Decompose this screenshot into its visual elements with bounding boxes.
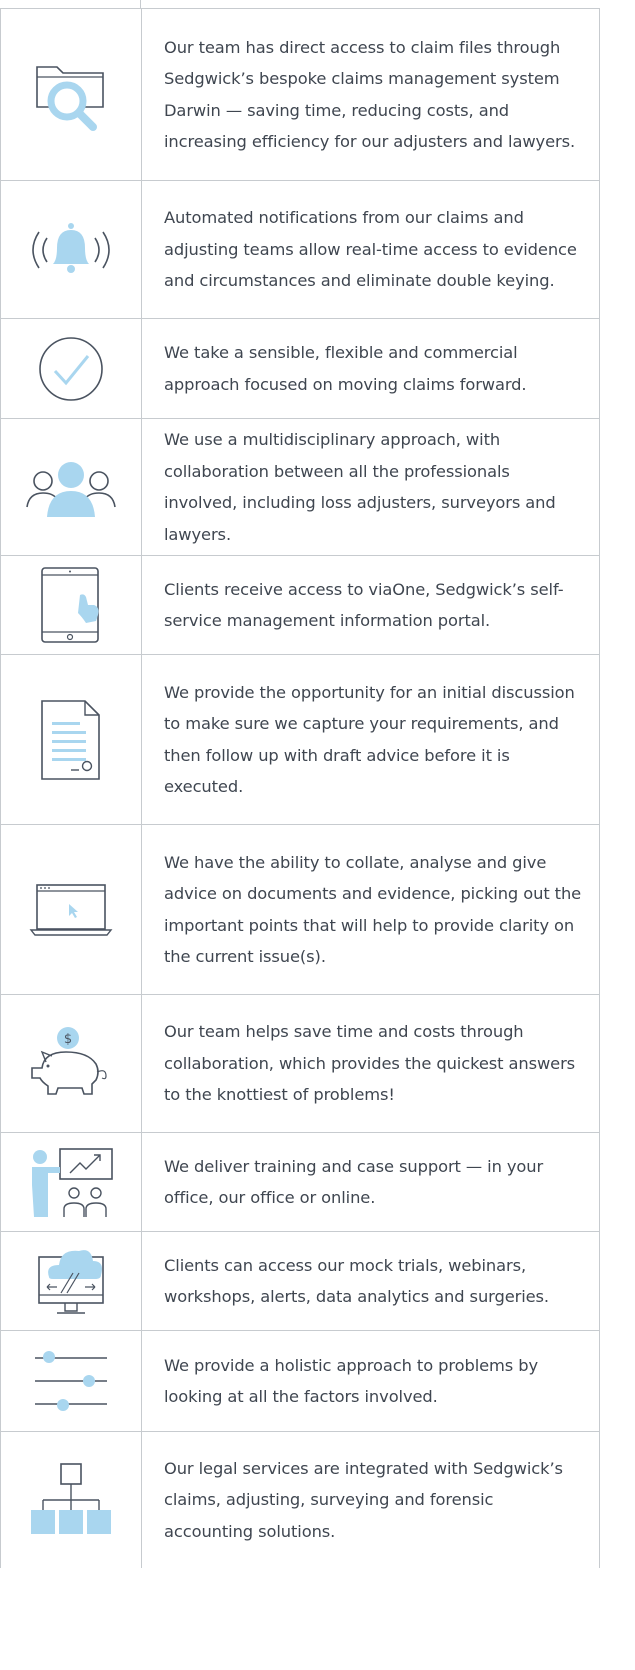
row-text: Our legal services are integrated with S… xyxy=(164,1458,563,1541)
icon-cell xyxy=(1,1133,142,1231)
table-row: $ Our team helps save time and costs thr… xyxy=(1,995,599,1133)
people-group-icon xyxy=(23,457,119,517)
table-row: We have the ability to collate, analyse … xyxy=(1,825,599,995)
row-text: We provide the opportunity for an initia… xyxy=(164,682,575,797)
table-row: Our team has direct access to claim file… xyxy=(1,9,599,181)
svg-text:$: $ xyxy=(64,1032,72,1047)
row-text: Clients receive access to viaOne, Sedgwi… xyxy=(164,579,564,631)
table-row: Automated notifications from our claims … xyxy=(1,181,599,319)
presentation-training-icon xyxy=(26,1145,116,1219)
piggy-bank-icon: $ xyxy=(26,1024,116,1104)
table-row: We provide the opportunity for an initia… xyxy=(1,655,599,825)
table-row: Clients receive access to viaOne, Sedgwi… xyxy=(1,556,599,655)
document-icon xyxy=(39,698,103,782)
icon-cell xyxy=(1,419,142,555)
icon-cell xyxy=(1,181,142,318)
row-text: Clients can access our mock trials, webi… xyxy=(164,1255,550,1307)
table-row: We provide a holistic approach to proble… xyxy=(1,1331,599,1432)
table-lead-divider xyxy=(0,0,141,8)
services-table: Our team has direct access to claim file… xyxy=(0,8,600,1568)
icon-cell xyxy=(1,319,142,418)
row-text: We use a multidisciplinary approach, wit… xyxy=(164,430,556,544)
row-text: We have the ability to collate, analyse … xyxy=(164,852,582,967)
table-row: Clients can access our mock trials, webi… xyxy=(1,1232,599,1331)
org-chart-icon xyxy=(29,1460,113,1540)
checkmark-circle-icon xyxy=(36,334,106,404)
row-text: We take a sensible, flexible and commerc… xyxy=(164,343,527,394)
row-text: Our team helps save time and costs throu… xyxy=(164,1022,576,1105)
icon-cell xyxy=(1,1232,142,1330)
icon-cell xyxy=(1,1331,142,1431)
table-row: We use a multidisciplinary approach, wit… xyxy=(1,419,599,556)
folder-search-icon xyxy=(29,55,113,135)
sliders-icon xyxy=(31,1348,111,1414)
row-text: Automated notifications from our claims … xyxy=(164,208,577,291)
icon-cell xyxy=(1,9,142,180)
icon-cell xyxy=(1,655,142,824)
icon-cell xyxy=(1,825,142,994)
laptop-cursor-icon xyxy=(29,882,113,938)
tablet-touch-icon xyxy=(36,565,106,645)
cloud-monitor-icon xyxy=(31,1243,111,1319)
icon-cell: $ xyxy=(1,995,142,1132)
icon-cell xyxy=(1,1432,142,1568)
table-row: We deliver training and case support — i… xyxy=(1,1133,599,1232)
row-text: We provide a holistic approach to proble… xyxy=(164,1355,539,1407)
row-text: Our team has direct access to claim file… xyxy=(164,37,576,152)
bell-notification-icon xyxy=(23,218,119,282)
table-row: Our legal services are integrated with S… xyxy=(1,1432,599,1568)
row-text: We deliver training and case support — i… xyxy=(164,1156,544,1208)
icon-cell xyxy=(1,556,142,654)
table-row: We take a sensible, flexible and commerc… xyxy=(1,319,599,419)
